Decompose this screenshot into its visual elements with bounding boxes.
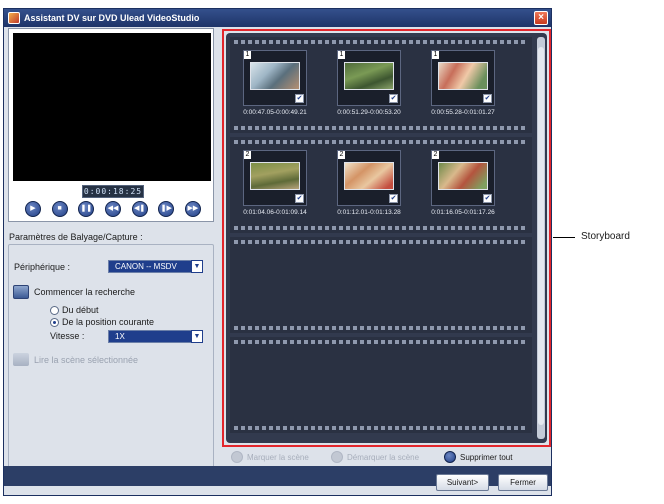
title-bar: Assistant DV sur DVD Ulead VideoStudio ×	[4, 9, 551, 27]
radio-current-position-indicator[interactable]	[50, 317, 59, 327]
clip-checkbox[interactable]: ✔	[483, 194, 492, 203]
clip-time-range: 0:00:51.29-0:00:53.20	[337, 109, 401, 116]
play-scene-icon	[13, 353, 29, 366]
clip-thumbnail	[250, 62, 300, 90]
device-select[interactable]: CANON -- MSDV ▼	[108, 260, 203, 273]
clip-frame[interactable]: 1 ✔	[431, 50, 495, 106]
delete-all-label: Supprimer tout	[460, 452, 513, 462]
clip-number: 1	[432, 51, 439, 59]
clip-thumbnail	[344, 162, 394, 190]
close-window-button[interactable]: ×	[534, 11, 548, 25]
clip-time-range: 0:01:04.06-0:01:09.14	[243, 209, 307, 216]
clip-checkbox[interactable]: ✔	[483, 94, 492, 103]
clip-checkbox[interactable]: ✔	[389, 94, 398, 103]
mark-scene-button[interactable]: Marquer la scène	[231, 451, 309, 463]
film-perforation	[234, 140, 528, 144]
fast-forward-button[interactable]: ▶▶	[184, 201, 201, 217]
pause-button[interactable]: ❚❚	[78, 201, 95, 217]
clip-frame[interactable]: 1 ✔	[243, 50, 307, 106]
radio-from-start-label: Du début	[62, 305, 99, 315]
delete-all-icon	[444, 451, 456, 463]
film-perforation	[234, 340, 528, 344]
next-button[interactable]: Suivant>	[436, 474, 489, 491]
scan-search-icon[interactable]	[13, 285, 29, 299]
storyboard-row	[230, 337, 532, 433]
chevron-down-icon[interactable]: ▼	[191, 330, 203, 343]
film-perforation	[234, 426, 528, 430]
clip-time-range: 0:00:55.28-0:01:01.27	[431, 109, 495, 116]
close-button[interactable]: Fermer	[498, 474, 548, 491]
play-selected-scene-label: Lire la scène sélectionnée	[34, 355, 139, 365]
unmark-scene-icon	[331, 451, 343, 463]
clip-checkbox[interactable]: ✔	[295, 194, 304, 203]
play-button[interactable]: ▶	[25, 201, 41, 217]
timecode-display: 0:00:18:25	[82, 185, 144, 198]
clip-thumbnail	[250, 162, 300, 190]
storyboard-panel: 1 ✔ 0:00:47.05-0:00:49.21 1 ✔ 0:00:51.29…	[226, 33, 547, 443]
mark-scene-label: Marquer la scène	[247, 452, 309, 462]
clip-thumbnail	[438, 62, 488, 90]
clip-checkbox[interactable]: ✔	[389, 194, 398, 203]
storyboard-row	[230, 237, 532, 333]
preview-panel: 0:00:18:25 ▶ ■ ❚❚ ◀◀ ◀❚ ❚▶ ▶▶	[8, 28, 214, 222]
stop-button[interactable]: ■	[51, 201, 68, 217]
film-perforation	[234, 40, 528, 44]
clip-number: 1	[244, 51, 251, 59]
unmark-scene-button[interactable]: Démarquer la scène	[331, 451, 419, 463]
clip-thumbnail	[438, 162, 488, 190]
clip-number: 2	[244, 151, 251, 159]
speed-label: Vitesse :	[50, 331, 85, 341]
clip-time-range: 0:01:16.05-0:01:17.26	[431, 209, 495, 216]
scan-section-label: Paramètres de Balyage/Capture :	[9, 232, 143, 242]
mark-scene-icon	[231, 451, 243, 463]
radio-current-position-label: De la position courante	[62, 317, 155, 327]
delete-all-button[interactable]: Supprimer tout	[444, 451, 512, 463]
chevron-down-icon[interactable]: ▼	[191, 260, 203, 273]
clip-number: 2	[338, 151, 345, 159]
app-icon	[8, 12, 20, 24]
film-perforation	[234, 240, 528, 244]
device-select-value: CANON -- MSDV	[115, 262, 177, 271]
scrollbar-thumb[interactable]	[538, 47, 544, 425]
radio-current-position[interactable]: De la position courante	[50, 317, 154, 327]
clip-frame[interactable]: 2 ✔	[337, 150, 401, 206]
clip-time-range: 0:01:12.01-0:01:13.28	[337, 209, 401, 216]
radio-from-start[interactable]: Du début	[50, 305, 99, 315]
playback-controls: ▶ ■ ❚❚ ◀◀ ◀❚ ❚▶ ▶▶	[25, 201, 201, 219]
film-perforation	[234, 326, 528, 330]
storyboard-scrollbar[interactable]	[537, 37, 545, 439]
storyboard-highlight: 1 ✔ 0:00:47.05-0:00:49.21 1 ✔ 0:00:51.29…	[222, 29, 551, 447]
clip-checkbox[interactable]: ✔	[295, 94, 304, 103]
start-search-label[interactable]: Commencer la recherche	[34, 287, 135, 297]
window-title: Assistant DV sur DVD Ulead VideoStudio	[24, 13, 200, 23]
next-frame-button[interactable]: ❚▶	[158, 201, 175, 217]
unmark-scene-label: Démarquer la scène	[347, 452, 420, 462]
rewind-button[interactable]: ◀◀	[104, 201, 121, 217]
speed-select[interactable]: 1X ▼	[108, 330, 203, 343]
storyboard-callout-label: Storyboard	[581, 231, 630, 242]
clip-number: 2	[432, 151, 439, 159]
callout-line	[553, 237, 575, 238]
previous-frame-button[interactable]: ◀❚	[131, 201, 148, 217]
preview-screen	[13, 33, 211, 181]
clip-frame[interactable]: 2 ✔	[243, 150, 307, 206]
speed-select-value: 1X	[115, 332, 125, 341]
clip-frame[interactable]: 1 ✔	[337, 50, 401, 106]
device-label: Périphérique :	[14, 262, 71, 272]
clip-thumbnail	[344, 62, 394, 90]
clip-time-range: 0:00:47.05-0:00:49.21	[243, 109, 307, 116]
film-perforation	[234, 126, 528, 130]
clip-frame[interactable]: 2 ✔	[431, 150, 495, 206]
film-perforation	[234, 226, 528, 230]
clip-number: 1	[338, 51, 345, 59]
radio-from-start-indicator[interactable]	[50, 305, 59, 315]
